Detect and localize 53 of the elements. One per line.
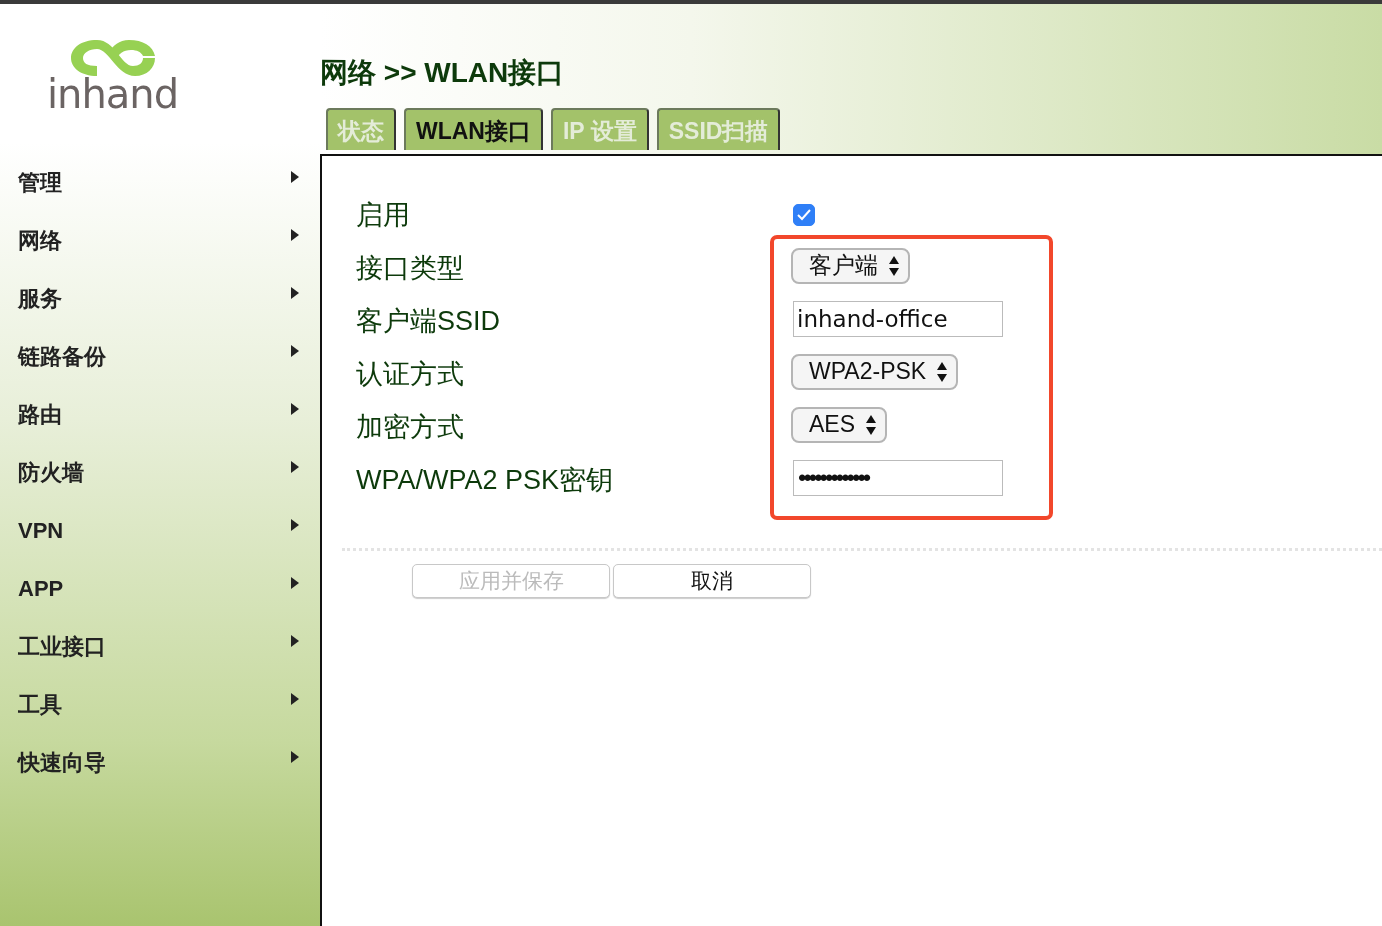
- sidebar-item[interactable]: 防火墙: [0, 444, 320, 502]
- select-dropdown[interactable]: 客户端: [791, 247, 910, 284]
- sidebar-item[interactable]: 网络: [0, 212, 320, 270]
- cancel-button[interactable]: 取消: [613, 564, 811, 598]
- menu-label: APP: [18, 576, 64, 602]
- menu-label: 工业接口: [18, 633, 106, 661]
- field-label: 加密方式: [356, 410, 464, 444]
- updown-arrows-icon: [888, 254, 900, 277]
- caret-icon: [290, 402, 300, 416]
- caret-icon: [290, 344, 300, 358]
- updown-arrows-icon: [936, 360, 949, 383]
- caret-icon: [290, 634, 300, 648]
- menu-label: 工具: [18, 691, 62, 719]
- caret-icon: [290, 460, 300, 474]
- field-label: 启用: [356, 198, 410, 232]
- menu-label: 路由: [18, 401, 62, 429]
- caret-icon: [290, 170, 300, 184]
- enable-checkbox[interactable]: [793, 203, 815, 226]
- select-dropdown[interactable]: AES: [791, 406, 888, 443]
- caret-icon: [290, 692, 300, 706]
- input-field[interactable]: inhand-office: [793, 300, 1003, 337]
- field-label: 接口类型: [356, 251, 464, 285]
- updown-arrows-icon: [865, 413, 878, 436]
- page-title: 网络 >> WLAN接口: [320, 56, 566, 90]
- caret-icon: [290, 518, 300, 532]
- tab[interactable]: WLAN接口: [404, 108, 543, 150]
- caret-icon: [290, 228, 300, 242]
- menu-label: 服务: [18, 285, 62, 313]
- sidebar-item[interactable]: 工业接口: [0, 618, 320, 676]
- menu-label: 网络: [18, 227, 62, 255]
- menu-label: 防火墙: [18, 459, 84, 487]
- caret-icon: [290, 576, 300, 590]
- caret-icon: [290, 286, 300, 300]
- menu-label: 快速向导: [18, 749, 106, 777]
- sidebar-item[interactable]: VPN: [0, 502, 320, 560]
- field-label: WPA/WPA2 PSK密钥: [356, 463, 614, 497]
- checkmark-icon: [797, 208, 811, 221]
- logo-text: inhand: [46, 74, 179, 114]
- sidebar-item[interactable]: 路由: [0, 386, 320, 444]
- menu-label: 链路备份: [18, 343, 106, 371]
- sidebar-item[interactable]: 快速向导: [0, 734, 320, 792]
- sidebar-item[interactable]: APP: [0, 560, 320, 618]
- sidebar-item[interactable]: 服务: [0, 270, 320, 328]
- field-label: 客户端SSID: [356, 304, 501, 338]
- password-field[interactable]: •••••••••••••: [793, 459, 1003, 496]
- select-dropdown[interactable]: WPA2-PSK: [791, 353, 959, 390]
- caret-icon: [290, 750, 300, 764]
- menu-label: VPN: [18, 518, 64, 544]
- sidebar-item[interactable]: 管理: [0, 154, 320, 212]
- menu-label: 管理: [18, 169, 62, 197]
- sidebar-item[interactable]: 工具: [0, 676, 320, 734]
- sidebar-item[interactable]: 链路备份: [0, 328, 320, 386]
- field-label: 认证方式: [356, 357, 464, 391]
